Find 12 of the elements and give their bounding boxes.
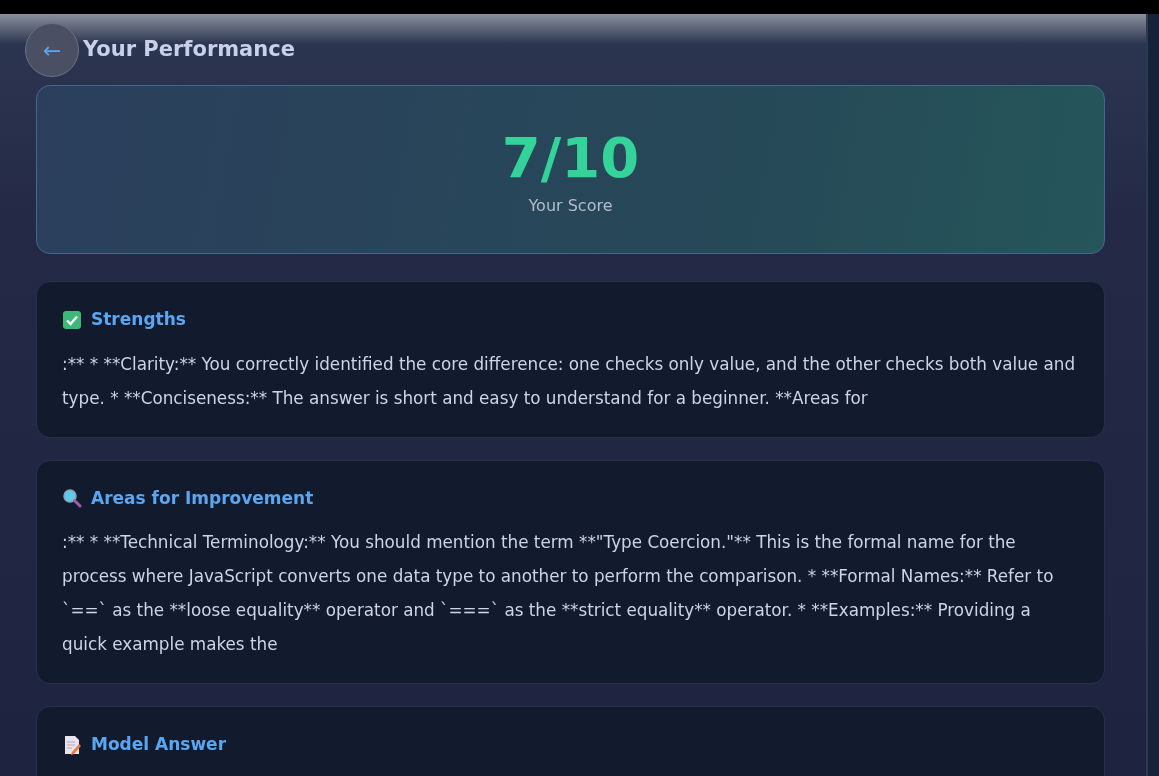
- feedback-text: :** * **Clarity:** You correctly identified the core difference: one checks only value, and the other checks both value and type. * **Conciseness:** The answer is short and easy to understand for a beginner. **Areas for: [62, 352, 1077, 410]
- memo-icon: [62, 734, 82, 755]
- section-title: Areas for Improvement: [91, 486, 314, 510]
- section-title: Strengths: [91, 308, 186, 331]
- feedback-text: :** * **Technical Terminology:** You should mention the term **"Type Coercion."** This is the formal name for the process where JavaScript converts one data type to another to perform the comparison. * **Formal Names:** Refer to `==` as the **loose equality** operator and `===` as the **strict equality** operator. * **Examples:** Providing a quick example makes the: [62, 531, 1055, 656]
- page-title: Your Performance: [83, 37, 295, 63]
- check-icon: [62, 309, 82, 330]
- score-label: Your Score: [528, 194, 613, 217]
- section-title: Model Answer: [91, 733, 227, 756]
- search-icon: [62, 488, 82, 509]
- back-button[interactable]: ←: [25, 23, 79, 77]
- score-value: 7/10: [501, 129, 640, 186]
